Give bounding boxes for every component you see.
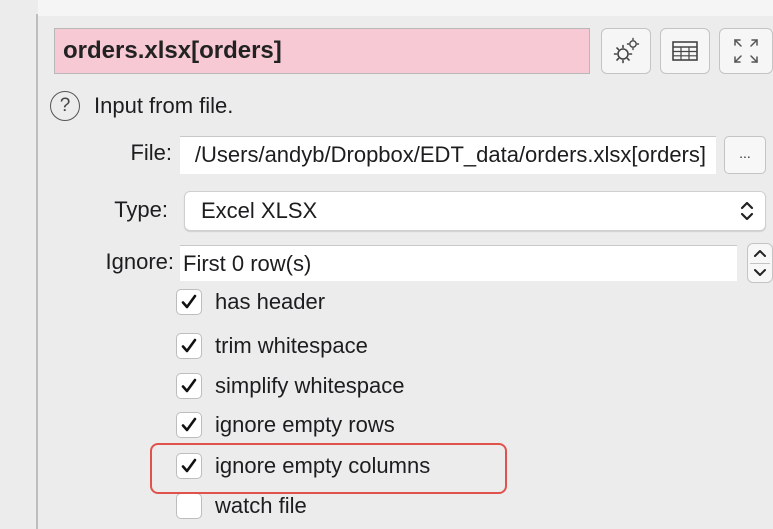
trim-whitespace-label: trim whitespace <box>215 333 368 358</box>
simplify-whitespace-label: simplify whitespace <box>215 373 405 398</box>
expand-button[interactable] <box>719 28 773 74</box>
checkmark-icon <box>181 378 197 393</box>
panel-header-band <box>38 0 773 16</box>
ignore-empty-rows-label: ignore empty rows <box>215 412 395 437</box>
ignore-label: Ignore: <box>105 249 175 274</box>
highlight-annotation <box>150 443 507 494</box>
ignore-rows-field[interactable]: First 0 row(s) <box>180 245 737 281</box>
left-gutter <box>0 0 36 529</box>
options-button[interactable] <box>601 28 651 74</box>
checkmark-icon <box>181 417 197 432</box>
file-label: File: <box>130 140 172 165</box>
checkmark-icon <box>181 338 197 353</box>
type-select-value: Excel XLSX <box>201 198 318 223</box>
trim-whitespace-checkbox[interactable] <box>176 333 202 359</box>
browse-button[interactable]: ... <box>724 136 766 174</box>
file-path-text: /Users/andyb/Dropbox/EDT_data/orders.xls… <box>194 142 706 167</box>
ignore-empty-rows-checkbox[interactable] <box>176 412 202 438</box>
simplify-whitespace-checkbox[interactable] <box>176 373 202 399</box>
table-icon <box>672 41 698 61</box>
stepper-down-icon[interactable] <box>753 267 767 279</box>
watch-file-label: watch file <box>215 493 307 518</box>
chevron-updown-icon <box>740 201 754 221</box>
expand-icon <box>734 39 758 63</box>
node-title-field[interactable]: orders.xlsx[orders] <box>54 28 590 74</box>
file-path-field[interactable]: /Users/andyb/Dropbox/EDT_data/orders.xls… <box>180 136 716 174</box>
has-header-label: has header <box>215 289 326 314</box>
stepper-divider <box>750 263 770 264</box>
watch-file-checkbox[interactable] <box>176 493 202 519</box>
view-table-button[interactable] <box>660 28 710 74</box>
type-select[interactable]: Excel XLSX <box>184 191 766 231</box>
stepper-up-icon[interactable] <box>753 247 767 259</box>
ignore-rows-stepper[interactable] <box>747 243 773 283</box>
gear-icon <box>613 37 640 64</box>
help-icon[interactable]: ? <box>50 91 80 121</box>
has-header-checkbox[interactable] <box>176 289 202 315</box>
node-description: Input from file. <box>94 93 234 118</box>
type-label: Type: <box>114 197 168 222</box>
checkmark-icon <box>181 294 197 309</box>
